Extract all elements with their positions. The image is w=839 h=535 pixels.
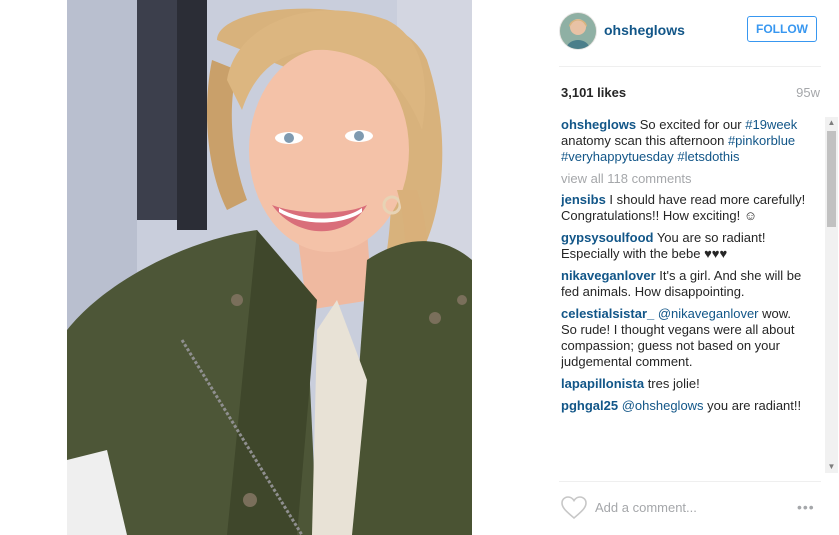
caption: ohsheglows So excited for our #19week an… xyxy=(561,117,806,165)
heart-icon[interactable] xyxy=(561,496,587,520)
post-details-panel: ohsheglows FOLLOW 3,101 likes 95w ohsheg… xyxy=(545,0,839,535)
avatar[interactable] xyxy=(559,12,597,50)
comment-username[interactable]: ohsheglows xyxy=(561,117,636,132)
post-photo[interactable] xyxy=(67,0,472,535)
comment-username[interactable]: nikaveganlover xyxy=(561,268,656,283)
hashtag-link[interactable]: @ohsheglows xyxy=(622,398,704,413)
more-options-icon[interactable]: ••• xyxy=(797,499,815,515)
comments-scrollbar[interactable]: ▲ ▼ xyxy=(825,117,838,473)
scroll-thumb[interactable] xyxy=(827,131,836,227)
header-divider xyxy=(559,66,821,67)
scroll-up-arrow-icon[interactable]: ▲ xyxy=(825,117,838,129)
likes-count[interactable]: 3,101 likes xyxy=(561,85,626,100)
comment-username[interactable]: celestialsistar_ xyxy=(561,306,654,321)
comment-item: jensibs I should have read more carefull… xyxy=(561,192,806,224)
post-time[interactable]: 95w xyxy=(796,85,820,100)
comment-username[interactable]: gypsysoulfood xyxy=(561,230,653,245)
comments-list[interactable]: ohsheglows So excited for our #19week an… xyxy=(561,117,823,473)
add-comment-input[interactable] xyxy=(595,497,795,517)
comment-username[interactable]: lapapillonista xyxy=(561,376,644,391)
hashtag-link[interactable]: #letsdothis xyxy=(677,149,739,164)
comment-username[interactable]: pghgal25 xyxy=(561,398,618,413)
comment-text: So excited for our xyxy=(636,117,746,132)
selfie-image xyxy=(67,0,472,535)
comment-username[interactable]: jensibs xyxy=(561,192,606,207)
view-all-comments-link[interactable]: view all 118 comments xyxy=(561,171,823,186)
scroll-down-arrow-icon[interactable]: ▼ xyxy=(825,461,838,473)
comment-item: pghgal25 @ohsheglows you are radiant!! xyxy=(561,398,806,414)
post-header: ohsheglows FOLLOW xyxy=(559,12,821,52)
hashtag-link[interactable]: #veryhappytuesday xyxy=(561,149,674,164)
comment-item: lapapillonista tres jolie! xyxy=(561,376,806,392)
username-link[interactable]: ohsheglows xyxy=(604,22,685,38)
hashtag-link[interactable]: @nikaveganlover xyxy=(658,306,759,321)
comment-text: you are radiant!! xyxy=(703,398,802,413)
comment-item: nikaveganlover It's a girl. And she will… xyxy=(561,268,806,300)
avatar-image xyxy=(560,13,596,49)
comment-item: gypsysoulfood You are so radiant! Especi… xyxy=(561,230,806,262)
comment-text: tres jolie! xyxy=(644,376,700,391)
hashtag-link[interactable]: #19week xyxy=(745,117,797,132)
hashtag-link[interactable]: #pinkorblue xyxy=(728,133,795,148)
comments-divider xyxy=(559,481,821,482)
comment-item: celestialsistar_ @nikaveganlover wow. So… xyxy=(561,306,806,370)
follow-button[interactable]: FOLLOW xyxy=(747,16,817,42)
comment-text: anatomy scan this afternoon xyxy=(561,133,728,148)
